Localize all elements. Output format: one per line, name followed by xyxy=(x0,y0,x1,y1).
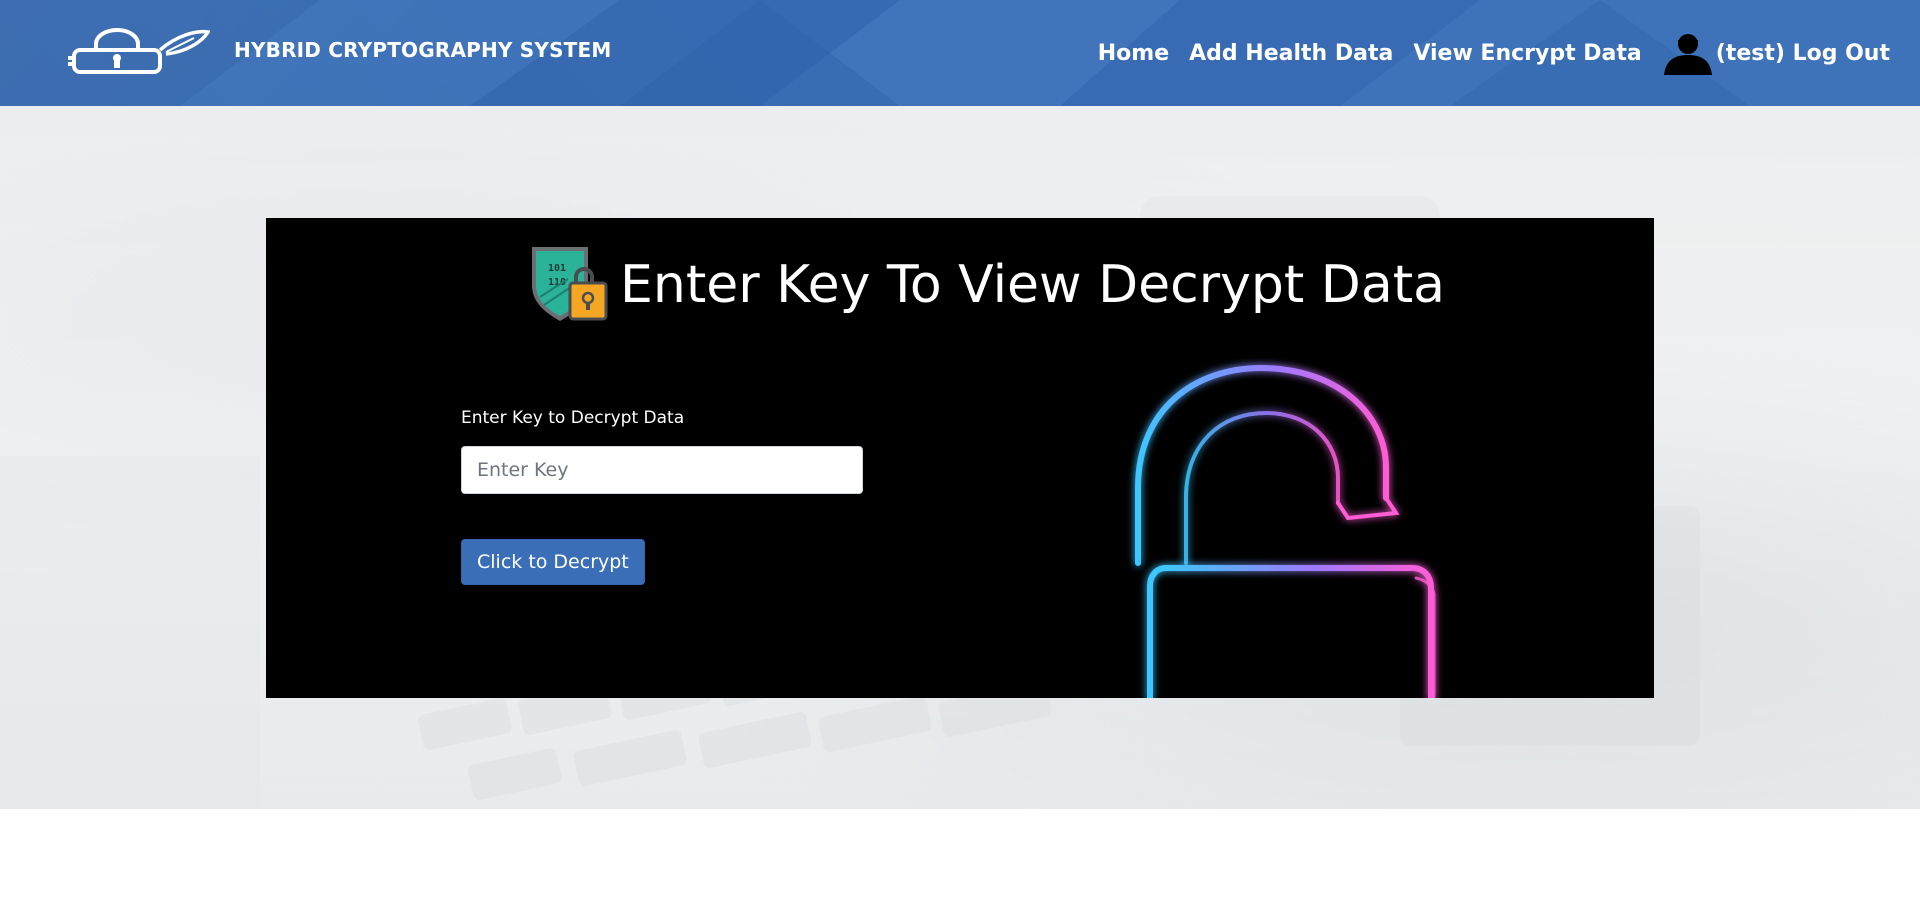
decrypt-button[interactable]: Click to Decrypt xyxy=(461,539,645,585)
main-nav: Home Add Health Data View Encrypt Data (… xyxy=(1098,28,1890,78)
user-icon xyxy=(1663,34,1712,75)
nav-add-health-data-link[interactable]: Add Health Data xyxy=(1189,41,1393,66)
neon-unlocked-padlock-icon xyxy=(1135,364,1436,698)
nav-home-link[interactable]: Home xyxy=(1098,41,1169,66)
nav-view-encrypt-data-link[interactable]: View Encrypt Data xyxy=(1413,41,1641,66)
panel-heading: 101 110 Enter Key To View Decrypt Data xyxy=(526,220,1445,350)
decrypt-key-input[interactable] xyxy=(461,446,863,494)
svg-text:101: 101 xyxy=(548,263,566,274)
decrypt-panel: 101 110 Enter Key To View Decrypt Data E… xyxy=(266,218,1654,698)
page-footer-area xyxy=(0,809,1920,923)
binary-shield-padlock-icon: 101 110 xyxy=(532,246,608,321)
nav-logout-link[interactable]: (test) Log Out xyxy=(1662,31,1890,75)
logout-label: (test) Log Out xyxy=(1715,40,1890,66)
lock-feather-logo-icon[interactable] xyxy=(66,28,210,78)
key-field-label: Enter Key to Decrypt Data xyxy=(461,408,685,428)
brand-title[interactable]: HYBRID CRYPTOGRAPHY SYSTEM xyxy=(234,38,611,62)
page-title: Enter Key To View Decrypt Data xyxy=(620,254,1445,315)
site-header: HYBRID CRYPTOGRAPHY SYSTEM Home Add Heal… xyxy=(0,0,1920,106)
